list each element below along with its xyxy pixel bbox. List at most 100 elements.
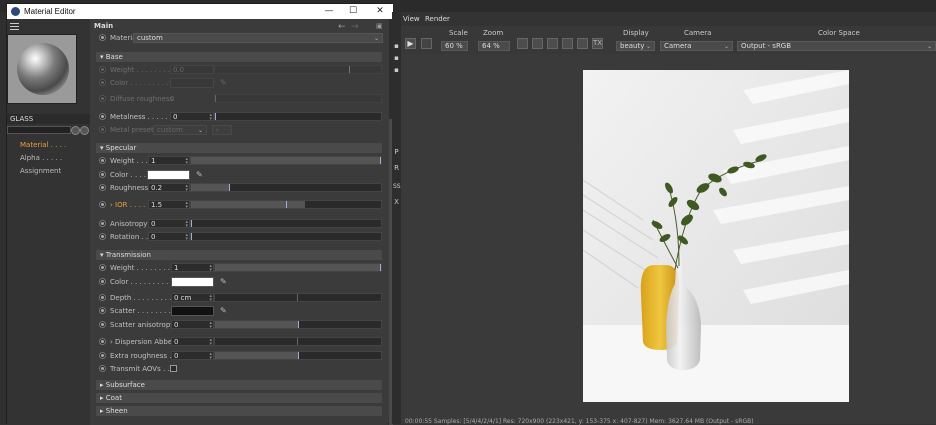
keyframe-dot[interactable] [99, 126, 106, 133]
scale-field[interactable]: 60 % [441, 41, 468, 51]
link-icon[interactable] [80, 126, 89, 135]
spinner-icon[interactable]: ▴ ▾ [209, 294, 212, 303]
dispersion-input[interactable]: 0 ▴ ▾ [171, 337, 214, 347]
spinner-icon[interactable]: ▴ ▾ [185, 157, 188, 166]
spinner-icon[interactable]: ▴ ▾ [209, 321, 212, 330]
dropdown-icon[interactable] [71, 126, 80, 135]
metal-presets-dropdown[interactable]: custom ⌄ [153, 125, 207, 135]
keyframe-dot[interactable] [99, 233, 106, 240]
spinner-icon[interactable]: ▴ ▾ [185, 184, 188, 193]
ior-input[interactable]: 1.5 ▴ ▾ [148, 200, 190, 210]
dispersion-slider[interactable] [214, 337, 382, 346]
diffuse-roughness-value[interactable]: 0 [170, 95, 174, 103]
keyframe-dot[interactable] [99, 34, 106, 41]
tool-r-icon[interactable]: R [393, 164, 400, 173]
extra-roughness-slider[interactable] [214, 351, 382, 360]
maximize-button[interactable]: ☐ [343, 5, 363, 17]
section-coat[interactable]: ▸ Coat [96, 393, 382, 403]
anisotropy-slider[interactable] [190, 219, 382, 228]
section-transmission[interactable]: ▾ Transmission [96, 250, 382, 260]
eyedropper-icon[interactable]: ✎ [220, 306, 227, 315]
nav-assignment[interactable]: Assignment [20, 167, 61, 175]
material-type-dropdown[interactable]: custom ⌄ [133, 33, 383, 43]
keyframe-dot[interactable] [99, 365, 106, 372]
section-subsurface[interactable]: ▸ Subsurface [96, 380, 382, 390]
spec-weight-slider[interactable] [190, 156, 382, 165]
section-specular[interactable]: ▾ Specular [96, 143, 382, 153]
pause-icon[interactable] [421, 38, 432, 49]
spec-color-swatch[interactable] [147, 170, 190, 180]
close-button[interactable]: ✕ [370, 5, 390, 17]
eyedropper-icon[interactable]: ✎ [220, 277, 227, 286]
tool-icon[interactable]: ▪ [393, 42, 400, 51]
trans-weight-slider[interactable] [214, 263, 382, 272]
keyframe-dot[interactable] [99, 307, 106, 314]
spinner-icon[interactable]: ▴ ▾ [209, 352, 212, 361]
eyedropper-icon[interactable]: ✎ [220, 78, 227, 87]
roughness-input[interactable]: 0.2 ▴ ▾ [148, 183, 190, 193]
keyframe-dot[interactable] [99, 95, 106, 102]
tool-ss-icon[interactable]: SS [393, 182, 401, 191]
section-sheen[interactable]: ▸ Sheen [96, 406, 382, 416]
metal-presets-apply[interactable]: › [212, 125, 232, 135]
keyframe-dot[interactable] [99, 79, 106, 86]
keyframe-dot[interactable] [99, 321, 106, 328]
crop-icon[interactable] [547, 38, 558, 49]
diffuse-roughness-slider[interactable] [214, 94, 382, 103]
eyedropper-icon[interactable]: ✎ [196, 170, 203, 179]
roughness-slider[interactable] [190, 183, 382, 192]
lock-icon[interactable]: ▣ [376, 22, 383, 30]
section-base[interactable]: ▾ Base [96, 52, 382, 62]
keyframe-dot[interactable] [99, 338, 106, 345]
rotation-input[interactable]: 0 ▴ ▾ [148, 232, 190, 242]
rotation-slider[interactable] [190, 232, 382, 241]
trans-color-swatch[interactable] [171, 277, 214, 287]
scatter-anisotropy-slider[interactable] [214, 320, 382, 329]
keyframe-dot[interactable] [99, 157, 106, 164]
spinner-icon[interactable]: ▴ ▾ [185, 201, 188, 210]
expand-arrow-icon[interactable]: › [110, 338, 113, 346]
camera-dropdown[interactable]: Camera ⌄ [660, 41, 733, 51]
trans-weight-input[interactable]: 1 ▴ ▾ [171, 263, 214, 273]
snapshot-icon[interactable] [577, 38, 588, 49]
region-icon[interactable] [517, 38, 528, 49]
play-icon[interactable]: ▶ [405, 38, 416, 49]
depth-input[interactable]: 0 cm ▴ ▾ [171, 293, 214, 303]
spec-weight-input[interactable]: 1 ▴ ▾ [148, 156, 190, 166]
keyframe-dot[interactable] [99, 264, 106, 271]
minimize-button[interactable]: — [319, 5, 339, 17]
keyframe-dot[interactable] [99, 201, 106, 208]
base-weight-slider[interactable] [214, 65, 382, 74]
base-color-swatch[interactable] [170, 78, 214, 88]
menu-render[interactable]: Render [425, 15, 450, 23]
keyframe-dot[interactable] [99, 113, 106, 120]
spinner-icon[interactable]: ▴ ▾ [209, 338, 212, 347]
base-weight-input[interactable]: 0.0 [170, 65, 214, 74]
ior-slider[interactable] [190, 200, 382, 209]
keyframe-dot[interactable] [99, 294, 106, 301]
keyframe-dot[interactable] [99, 278, 106, 285]
nav-alpha[interactable]: Alpha . . . . . [20, 154, 62, 162]
spinner-icon[interactable]: ▴ ▾ [209, 264, 212, 273]
menu-view[interactable]: View [403, 15, 420, 23]
metalness-slider[interactable] [214, 112, 382, 121]
forward-arrow-icon[interactable]: → [351, 22, 359, 32]
transmit-aovs-checkbox[interactable] [170, 365, 177, 372]
tool-icon[interactable]: ▪ [393, 66, 400, 75]
hamburger-menu-icon[interactable] [10, 23, 19, 30]
scatter-anisotropy-input[interactable]: 0 ▴ ▾ [171, 320, 214, 330]
keyframe-dot[interactable] [99, 184, 106, 191]
keyframe-dot[interactable] [99, 352, 106, 359]
nav-material[interactable]: Material . . . . [20, 141, 66, 149]
back-arrow-icon[interactable]: ← [338, 22, 346, 32]
colorspace-dropdown[interactable]: Output - sRGB ⌄ [737, 41, 936, 51]
tool-icon[interactable]: ▪ [393, 54, 400, 63]
display-dropdown[interactable]: beauty ⌄ [616, 41, 655, 51]
extra-roughness-input[interactable]: 0 ▴ ▾ [171, 351, 214, 361]
grid-icon[interactable] [532, 38, 543, 49]
material-search-field[interactable] [7, 126, 71, 134]
spinner-icon[interactable]: ▴ ▾ [185, 233, 188, 242]
spinner-icon[interactable]: ▴ ▾ [209, 113, 212, 122]
material-name[interactable]: GLASS [7, 114, 90, 124]
zoom-field[interactable]: 64 % [478, 41, 510, 51]
